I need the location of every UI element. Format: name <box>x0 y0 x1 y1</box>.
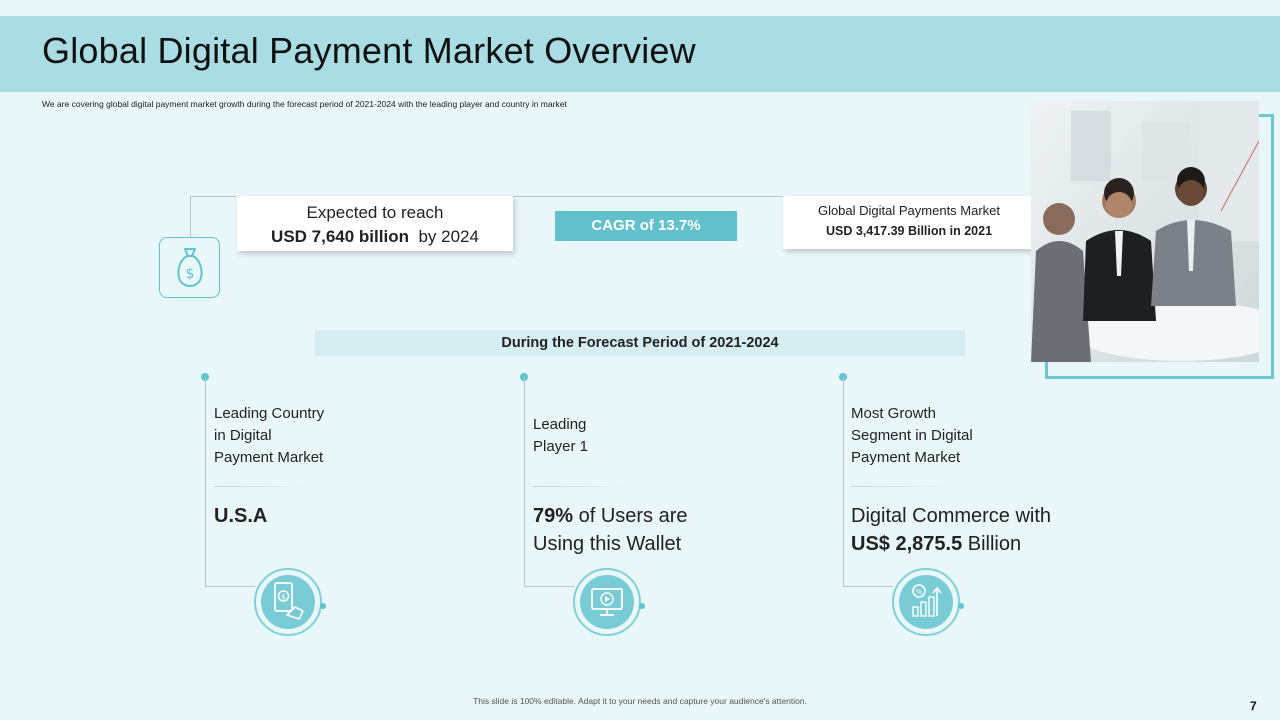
money-bag-icon: $ <box>177 248 203 287</box>
column-heading-country: Leading Country in Digital Payment Marke… <box>214 403 324 469</box>
cagr-badge: CAGR of 13.7% <box>555 211 737 241</box>
forecast-period-banner: During the Forecast Period of 2021-2024 <box>315 330 965 356</box>
column-separator <box>851 486 946 487</box>
market-size-card: Global Digital Payments Market USD 3,417… <box>783 196 1035 249</box>
column-line <box>205 377 206 587</box>
mobile-payment-icon: $ <box>274 582 304 620</box>
slide-subtitle: We are covering global digital payment m… <box>42 99 567 109</box>
column-separator <box>214 486 309 487</box>
icon-circle: % <box>892 568 964 636</box>
column-line <box>843 377 844 587</box>
page-number: 7 <box>1250 699 1257 713</box>
business-meeting-photo <box>1031 101 1259 362</box>
market-label: Global Digital Payments Market <box>817 203 1001 218</box>
value-bold: U.S.A <box>214 505 268 527</box>
heading-line: in Digital <box>214 427 272 444</box>
value-line2: Using this Wallet <box>533 533 682 555</box>
connector-line <box>190 196 191 238</box>
heading-line: Payment Market <box>214 449 324 466</box>
column-value-player: 79% of Users are Using this Wallet <box>533 502 688 558</box>
heading-line: Player 1 <box>533 438 589 455</box>
expected-value-card: Expected to reach USD 7,640 billion by 2… <box>237 196 513 251</box>
column-line <box>205 586 255 587</box>
monitor-play-icon <box>591 588 623 616</box>
icon-circle: $ <box>254 568 326 636</box>
column-value-country: U.S.A <box>214 502 267 530</box>
growth-chart-icon: % <box>912 584 942 617</box>
value-rest: Digital Commerce with <box>851 505 1052 527</box>
column-heading-segment: Most Growth Segment in Digital Payment M… <box>851 403 973 469</box>
expected-value: USD 7,640 billion by 2024 <box>237 227 513 247</box>
money-bag-tile: $ <box>159 237 220 298</box>
heading-line: Leading Country <box>214 405 325 422</box>
expected-suffix: by 2024 <box>418 227 479 246</box>
value-bold: 79% <box>533 505 574 527</box>
footer-note: This slide is 100% editable. Adapt it to… <box>473 696 807 706</box>
connector-line <box>190 196 238 197</box>
column-value-segment: Digital Commerce with US$ 2,875.5 Billio… <box>851 502 1051 558</box>
heading-line: Payment Market <box>851 449 961 466</box>
heading-line: Segment in Digital <box>851 427 973 444</box>
market-value: USD 3,417.39 Billion in 2021 <box>825 224 993 238</box>
expected-label: Expected to reach <box>306 203 444 222</box>
value-line2: Billion <box>962 533 1022 555</box>
column-separator <box>533 486 628 487</box>
heading-line: Most Growth <box>851 405 937 422</box>
column-line <box>843 586 893 587</box>
icon-circle <box>573 568 645 636</box>
heading-line: Leading <box>533 416 587 433</box>
value-bold: US$ 2,875.5 <box>851 533 963 555</box>
column-heading-player: Leading Player 1 <box>533 414 588 458</box>
column-line <box>524 586 574 587</box>
value-rest: of Users are <box>573 505 688 527</box>
expected-amount: USD 7,640 billion <box>271 227 409 246</box>
svg-text:%: % <box>916 588 923 596</box>
svg-text:$: $ <box>281 593 285 601</box>
slide-title: Global Digital Payment Market Overview <box>42 30 696 71</box>
column-line <box>524 377 525 587</box>
svg-text:$: $ <box>186 266 195 282</box>
connector-line <box>513 196 783 197</box>
